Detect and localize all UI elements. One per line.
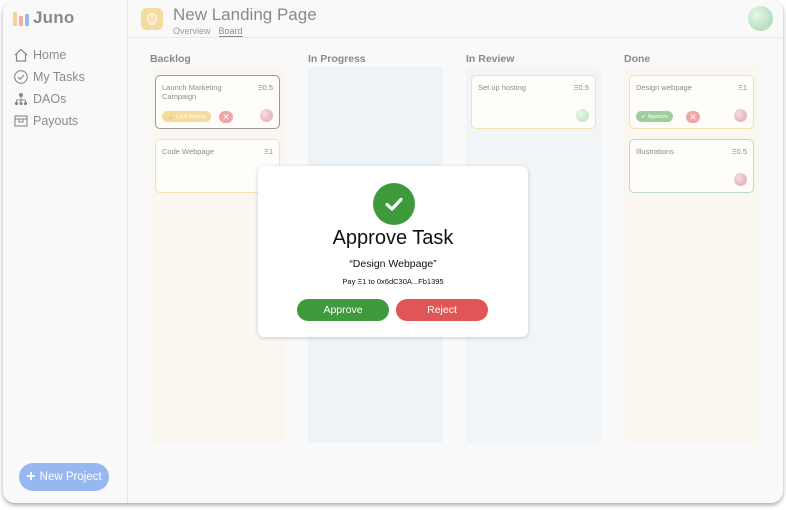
app-window: Juno Home My Tasks DAOs Payouts + New Pr…: [3, 0, 783, 503]
approve-button[interactable]: Approve: [297, 299, 389, 321]
check-circle-icon: [373, 183, 415, 225]
modal-task-name: “Design Webpage”: [349, 258, 437, 270]
modal-payment-info: Pay Ξ1 to 0x6dC30A...Fb1395: [342, 277, 444, 286]
reject-button[interactable]: Reject: [396, 299, 488, 321]
approve-task-modal: Approve Task “Design Webpage” Pay Ξ1 to …: [258, 166, 528, 337]
modal-title: Approve Task: [332, 227, 454, 249]
